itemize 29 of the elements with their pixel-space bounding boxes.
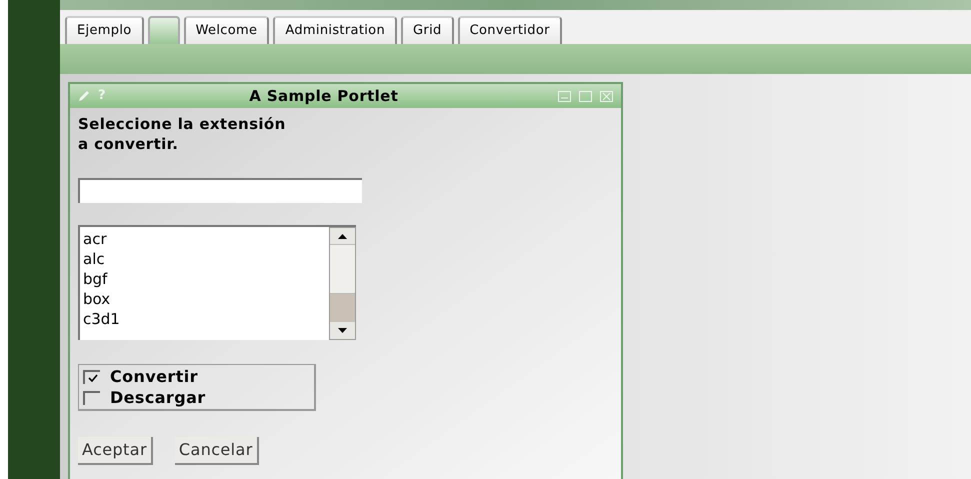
input-field[interactable] [78,178,362,203]
button[interactable]: Aceptar [78,437,153,465]
portlet-title: A Sample Portlet [248,86,400,107]
checkbox-label: Convertir [110,366,198,388]
tab[interactable] [148,16,180,44]
list-item[interactable]: alc [83,249,105,269]
checkbox[interactable] [83,370,100,384]
tab[interactable]: Administration [273,16,398,44]
tab[interactable]: Convertidor [458,16,562,44]
list-item[interactable]: acr [83,229,107,249]
tab[interactable]: Welcome [184,16,270,44]
checkmark-icon [88,374,98,382]
tab[interactable]: Ejemplo [65,16,144,44]
list-item[interactable]: c3d1 [83,309,120,329]
instruction-text: Seleccione la extensión a convertir. [78,114,286,154]
scroll-down-icon[interactable] [338,328,347,333]
scrollbar[interactable] [329,227,356,340]
tab[interactable]: Grid [401,16,454,44]
scroll-thumb[interactable] [330,244,355,294]
minimize-icon[interactable] [558,90,571,102]
list-item[interactable]: box [83,289,110,309]
checkbox[interactable] [83,390,100,404]
button[interactable]: Cancelar [174,437,259,465]
list-item[interactable]: bgf [83,269,108,289]
close-icon[interactable] [600,90,613,102]
checkbox-label: Descargar [110,386,206,408]
scroll-up-icon[interactable] [338,234,347,239]
maximize-icon[interactable] [579,90,592,102]
pencil-icon[interactable] [78,90,90,102]
